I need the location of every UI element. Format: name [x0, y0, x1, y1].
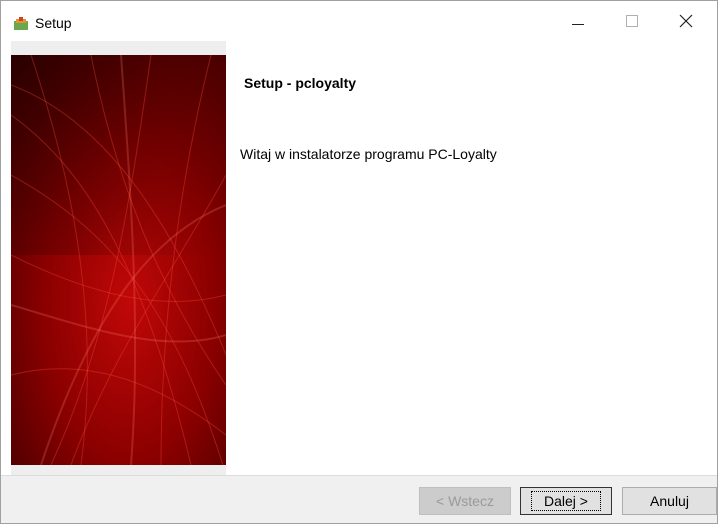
maximize-button[interactable]: [609, 1, 655, 41]
title-bar[interactable]: Setup: [1, 1, 717, 41]
welcome-message: Witaj w instalatorze programu PC-Loyalty: [240, 146, 497, 162]
maximize-icon: [626, 15, 638, 27]
setup-window: Setup Setup - pcloyalty Witaj w instalat…: [0, 0, 718, 524]
close-icon: [679, 14, 693, 28]
minimize-button[interactable]: [555, 1, 601, 41]
close-button[interactable]: [663, 1, 709, 41]
next-button[interactable]: Dalej >: [520, 487, 612, 515]
wizard-side-banner: [11, 55, 226, 465]
cancel-button[interactable]: Anuluj: [622, 487, 717, 515]
minimize-icon: [572, 23, 584, 25]
page-title: Setup - pcloyalty: [244, 75, 357, 91]
banner-bottom-shade: [11, 465, 226, 475]
banner-image: [11, 55, 226, 465]
banner-top-shade: [11, 41, 226, 55]
setup-app-icon: [14, 17, 28, 30]
back-button[interactable]: < Wstecz: [419, 487, 511, 515]
window-title: Setup: [35, 15, 72, 31]
next-button-label: Dalej >: [531, 491, 601, 511]
